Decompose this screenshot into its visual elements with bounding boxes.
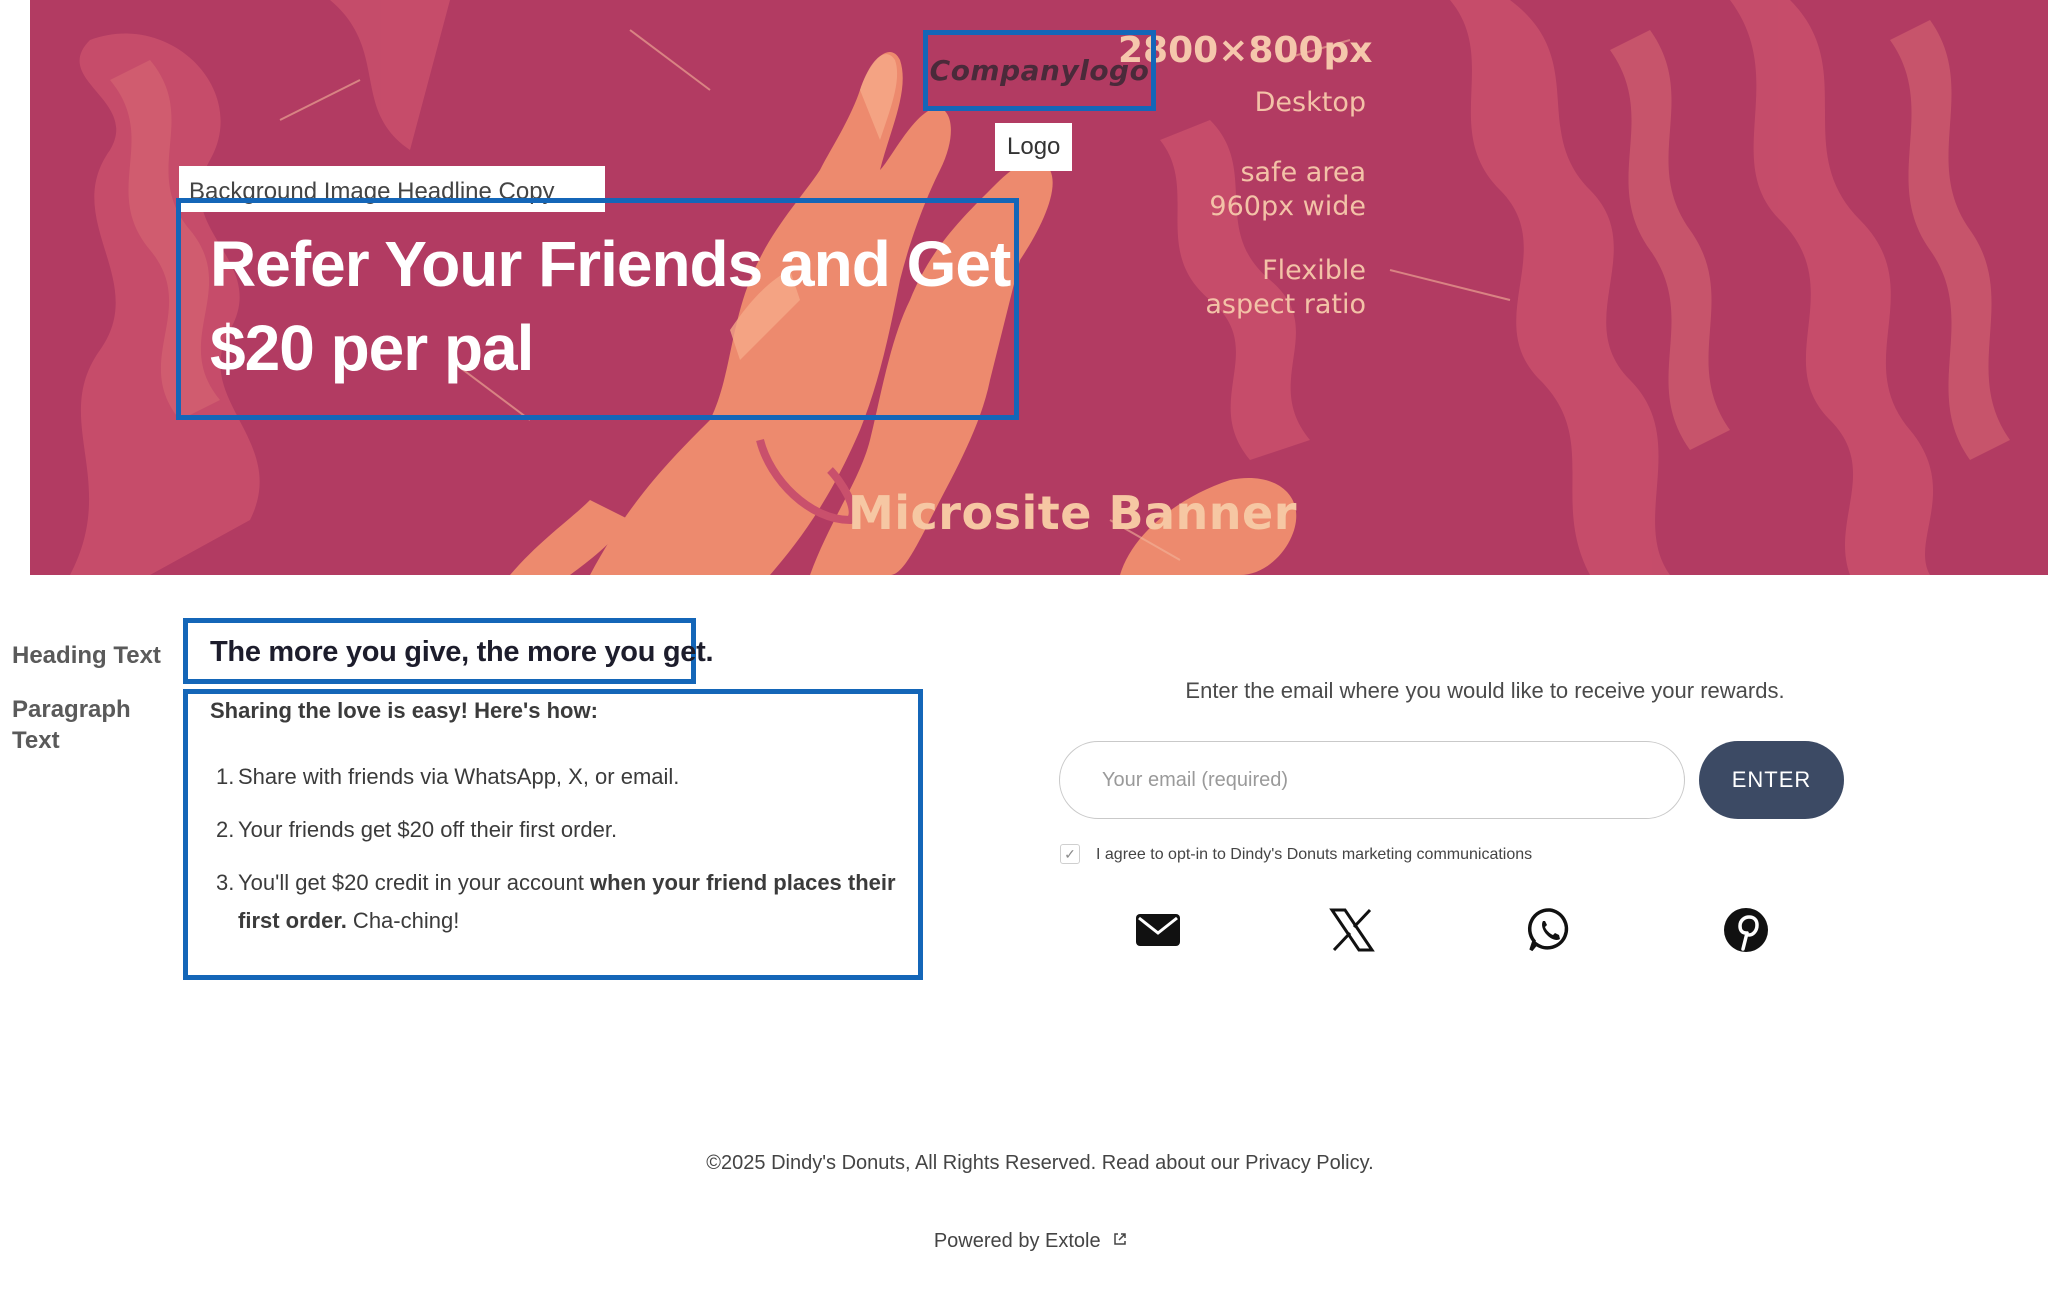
step-item: 1. Share with friends via WhatsApp, X, o…	[210, 758, 910, 796]
powered-by-link[interactable]: Powered by Extole	[0, 1230, 2048, 1253]
flexible-line: aspect ratio	[1205, 289, 1366, 320]
microsite-banner: 2800×800px Desktop safe area 960px wide …	[30, 0, 2048, 575]
banner-flexible-note: Flexible aspect ratio	[1106, 254, 1366, 322]
footer-copyright: ©2025 Dindy's Donuts, All Rights Reserve…	[706, 1152, 1374, 1174]
step-item: 3. You'll get $20 credit in your account…	[210, 864, 910, 940]
optin-checkbox[interactable]: ✓	[1060, 844, 1080, 864]
banner-headline: Refer Your Friends and Get $20 per pal	[210, 222, 1030, 390]
how-it-works-steps: 1. Share with friends via WhatsApp, X, o…	[210, 758, 910, 955]
x-logo-icon[interactable]	[1328, 906, 1376, 954]
banner-desktop-note: Desktop	[1254, 87, 1366, 118]
paragraph-text-annotation: Paragraph Text	[12, 694, 152, 756]
microsite-banner-label: Microsite Banner	[848, 486, 1297, 540]
email-prompt: Enter the email where you would like to …	[1185, 678, 1785, 703]
enter-button[interactable]: ENTER	[1699, 741, 1844, 819]
logo-annotation-tag: Logo	[995, 123, 1073, 171]
powered-by-text[interactable]: Powered by Extole	[934, 1230, 1101, 1252]
step-number: 1.	[216, 764, 235, 789]
safe-area-line: 960px wide	[1209, 191, 1366, 222]
step-text: Cha-ching!	[346, 908, 460, 933]
paragraph-label-line: Paragraph	[12, 696, 131, 723]
step-number: 2.	[216, 817, 235, 842]
external-link-icon	[1112, 1230, 1128, 1253]
headline-line: $20 per pal	[210, 312, 534, 384]
envelope-icon[interactable]	[1134, 906, 1182, 954]
step-item: 2. Your friends get $20 off their first …	[210, 811, 910, 849]
step-number: 3.	[216, 870, 235, 895]
paragraph-intro: Sharing the love is easy! Here's how:	[210, 698, 598, 723]
company-logo-frame: Companylogo	[923, 30, 1156, 111]
banner-size-note: 2800×800px	[1118, 30, 1373, 71]
flexible-line: Flexible	[1262, 255, 1366, 286]
step-text: Your friends get $20 off their first ord…	[238, 817, 618, 842]
optin-label: I agree to opt-in to Dindy's Donuts mark…	[1096, 846, 1533, 863]
step-text: You'll get $20 credit in your account	[238, 870, 590, 895]
paragraph-label-line: Text	[12, 727, 60, 754]
headline-line: Refer Your Friends and Get	[210, 228, 1011, 300]
banner-safe-area-note: safe area 960px wide	[1106, 156, 1366, 224]
step-text: Share with friends via WhatsApp, X, or e…	[238, 764, 680, 789]
email-input[interactable]	[1059, 741, 1685, 819]
safe-area-line: safe area	[1240, 157, 1366, 188]
pinterest-icon[interactable]	[1722, 906, 1770, 954]
heading-text-annotation: Heading Text	[12, 642, 161, 669]
section-heading: The more you give, the more you get.	[210, 636, 714, 668]
whatsapp-icon[interactable]	[1526, 906, 1574, 954]
company-logo: Companylogo	[929, 54, 1150, 87]
